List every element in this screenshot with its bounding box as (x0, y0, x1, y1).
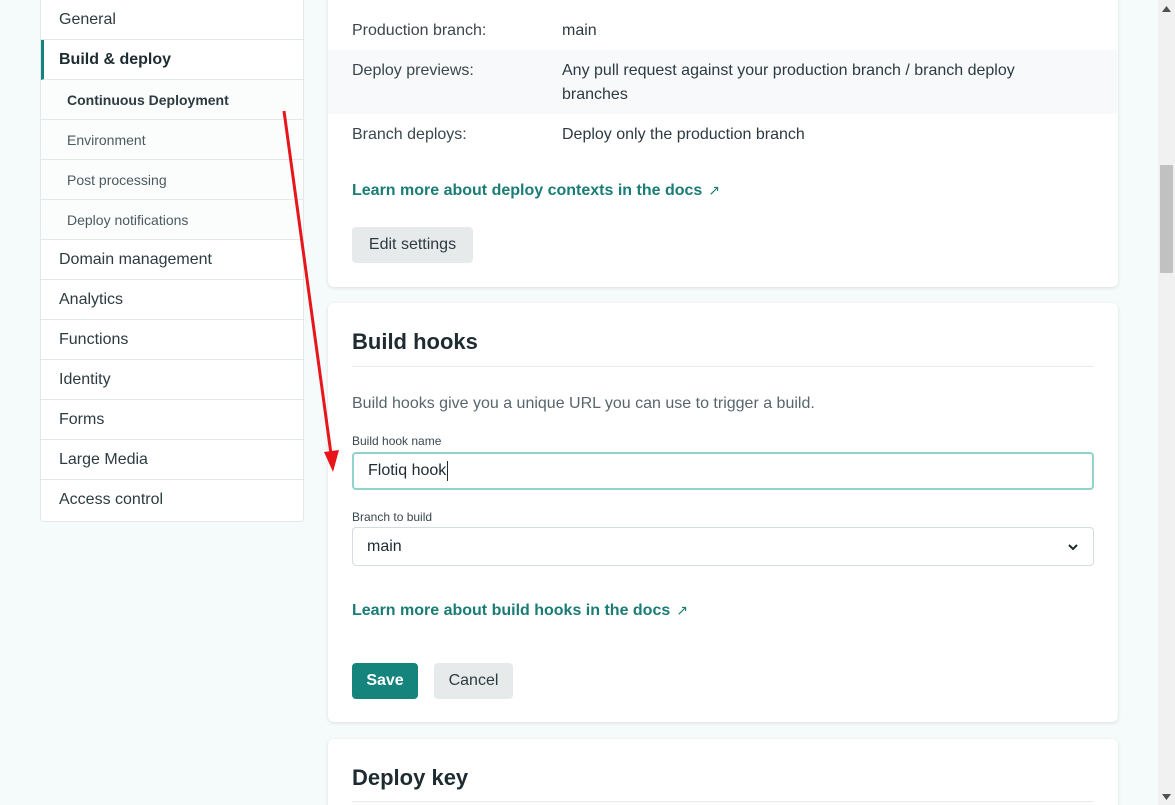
production-branch-row: Production branch: main (328, 10, 1118, 50)
sidebar-item-access-control[interactable]: Access control (41, 480, 303, 520)
branch-deploys-label: Branch deploys: (352, 126, 467, 143)
scrollbar-thumb[interactable] (1160, 165, 1173, 273)
sidebar-item-build-deploy[interactable]: Build & deploy (41, 40, 303, 80)
sidebar-item-forms[interactable]: Forms (41, 400, 303, 440)
sidebar-subitem-environment[interactable]: Environment (41, 120, 303, 160)
build-hooks-title: Build hooks (352, 329, 478, 354)
build-hook-name-value: Flotiq hook (368, 462, 447, 479)
sidebar-item-label: Large Media (59, 450, 148, 468)
build-hooks-card: Build hooks Build hooks give you a uniqu… (328, 303, 1118, 722)
deploy-previews-value: Any pull request against your production… (562, 62, 1015, 103)
sidebar-item-label: Access control (59, 491, 164, 508)
sidebar-item-label: Build & deploy (59, 50, 171, 68)
sidebar-item-analytics[interactable]: Analytics (41, 280, 303, 320)
branch-deploys-value: Deploy only the production branch (562, 126, 805, 143)
sidebar-subitem-deploy-notifications[interactable]: Deploy notifications (41, 200, 303, 240)
branch-to-build-label: Branch to build (352, 510, 433, 524)
section-divider (352, 366, 1094, 367)
external-link-icon: ↗ (676, 602, 688, 618)
build-hook-name-input[interactable]: Flotiq hook (352, 452, 1094, 490)
sidebar-item-label: Analytics (59, 290, 124, 308)
sidebar-subitem-continuous-deployment[interactable]: Continuous Deployment (41, 80, 303, 120)
sidebar-item-domain-management[interactable]: Domain management (41, 240, 303, 280)
sidebar-item-label: Deploy notifications (67, 211, 189, 228)
sidebar-item-label: Post processing (67, 171, 167, 188)
scroll-down-arrow-icon[interactable] (1158, 788, 1175, 805)
link-text: Learn more about build hooks in the docs (352, 602, 671, 619)
production-branch-value: main (562, 22, 597, 39)
cancel-button[interactable]: Cancel (434, 663, 513, 699)
deploy-previews-row: Deploy previews: Any pull request agains… (328, 50, 1118, 114)
page-scrollbar[interactable] (1158, 0, 1175, 805)
edit-settings-button[interactable]: Edit settings (352, 227, 473, 263)
link-text: Learn more about deploy contexts in the … (352, 182, 703, 199)
sidebar-item-label: Continuous Deployment (67, 91, 229, 108)
build-hook-name-label: Build hook name (352, 434, 442, 448)
branch-to-build-select[interactable]: main (352, 527, 1094, 566)
sidebar-item-label: Identity (59, 370, 111, 388)
build-hooks-description: Build hooks give you a unique URL you ca… (352, 395, 815, 412)
deploy-contexts-docs-link[interactable]: Learn more about deploy contexts in the … (352, 182, 720, 200)
branch-deploys-row: Branch deploys: Deploy only the producti… (328, 114, 1118, 154)
save-button[interactable]: Save (352, 663, 418, 699)
sidebar-item-identity[interactable]: Identity (41, 360, 303, 400)
sidebar-item-label: Forms (59, 410, 105, 428)
section-divider (352, 801, 1094, 802)
sidebar-item-large-media[interactable]: Large Media (41, 440, 303, 480)
deploy-previews-label: Deploy previews: (352, 62, 474, 79)
settings-sidebar: General Build & deploy Continuous Deploy… (40, 0, 304, 522)
production-branch-label: Production branch: (352, 22, 487, 39)
sidebar-item-label: Functions (59, 330, 129, 348)
page: General Build & deploy Continuous Deploy… (0, 0, 1175, 805)
sidebar-item-label: Environment (67, 131, 146, 148)
sidebar-item-functions[interactable]: Functions (41, 320, 303, 360)
scroll-up-arrow-icon[interactable] (1158, 0, 1175, 17)
chevron-down-icon (1068, 543, 1078, 550)
text-caret (447, 461, 449, 481)
sidebar-item-label: Domain management (59, 250, 212, 268)
sidebar-subitem-post-processing[interactable]: Post processing (41, 160, 303, 200)
branch-select-value: main (367, 537, 402, 555)
deploy-key-card: Deploy key (328, 739, 1118, 805)
branches-card: Production branch: main Deploy previews:… (328, 0, 1118, 287)
deploy-key-title: Deploy key (352, 765, 469, 790)
external-link-icon: ↗ (708, 182, 721, 198)
sidebar-item-general[interactable]: General (41, 0, 303, 40)
build-hooks-docs-link[interactable]: Learn more about build hooks in the docs… (352, 602, 688, 620)
sidebar-item-label: General (59, 10, 116, 28)
